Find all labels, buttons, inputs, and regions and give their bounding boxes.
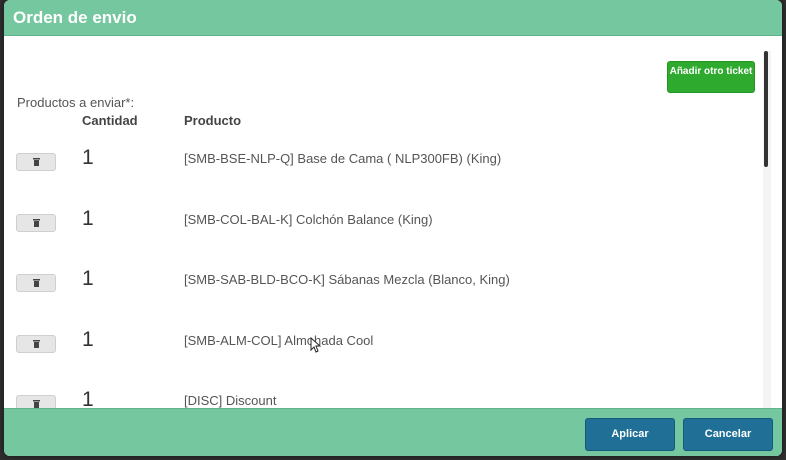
trash-icon bbox=[33, 219, 40, 227]
row-product: [DISC] Discount bbox=[184, 393, 277, 408]
row-quantity: 1 bbox=[82, 207, 94, 230]
trash-icon bbox=[33, 158, 40, 166]
shipping-order-modal: Orden de envio Añadir otro ticket Produc… bbox=[4, 0, 782, 456]
mouse-cursor-icon bbox=[310, 337, 321, 353]
delete-row-button[interactable] bbox=[16, 153, 56, 171]
row-product: [SMB-ALM-COL] Almohada Cool bbox=[184, 333, 374, 348]
delete-row-button[interactable] bbox=[16, 335, 56, 353]
row-quantity: 1 bbox=[82, 267, 94, 290]
add-ticket-button[interactable]: Añadir otro ticket bbox=[667, 61, 755, 93]
modal-footer: Aplicar Cancelar bbox=[4, 408, 782, 456]
trash-icon bbox=[33, 400, 40, 408]
trash-icon bbox=[33, 340, 40, 348]
product-row: 1 [SMB-BSE-NLP-Q] Base de Cama ( NLP300F… bbox=[4, 146, 764, 189]
quantity-column-header: Cantidad bbox=[82, 113, 138, 128]
modal-title: Orden de envio bbox=[13, 8, 137, 27]
product-row: 1 [DISC] Discount bbox=[4, 388, 764, 408]
row-product: [SMB-BSE-NLP-Q] Base de Cama ( NLP300FB)… bbox=[184, 151, 502, 166]
delete-row-button[interactable] bbox=[16, 214, 56, 232]
modal-body[interactable]: Añadir otro ticket Productos a enviar*: … bbox=[4, 37, 782, 408]
row-product: [SMB-SAB-BLD-BCO-K] Sábanas Mezcla (Blan… bbox=[184, 272, 510, 287]
apply-button[interactable]: Aplicar bbox=[585, 418, 675, 451]
trash-icon bbox=[33, 279, 40, 287]
body-scrollbar[interactable] bbox=[763, 51, 771, 408]
row-product: [SMB-COL-BAL-K] Colchón Balance (King) bbox=[184, 212, 433, 227]
row-quantity: 1 bbox=[82, 388, 94, 408]
row-quantity: 1 bbox=[82, 328, 94, 351]
delete-row-button[interactable] bbox=[16, 274, 56, 292]
modal-header: Orden de envio bbox=[4, 0, 782, 36]
row-quantity: 1 bbox=[82, 146, 94, 169]
cancel-button[interactable]: Cancelar bbox=[683, 418, 773, 451]
products-section-label: Productos a enviar*: bbox=[17, 95, 135, 110]
delete-row-button[interactable] bbox=[16, 395, 56, 408]
product-row: 1 [SMB-SAB-BLD-BCO-K] Sábanas Mezcla (Bl… bbox=[4, 267, 764, 310]
product-column-header: Producto bbox=[184, 113, 242, 128]
scrollbar-thumb[interactable] bbox=[764, 51, 768, 167]
product-row: 1 [SMB-ALM-COL] Almohada Cool bbox=[4, 328, 764, 371]
product-row: 1 [SMB-COL-BAL-K] Colchón Balance (King) bbox=[4, 207, 764, 250]
